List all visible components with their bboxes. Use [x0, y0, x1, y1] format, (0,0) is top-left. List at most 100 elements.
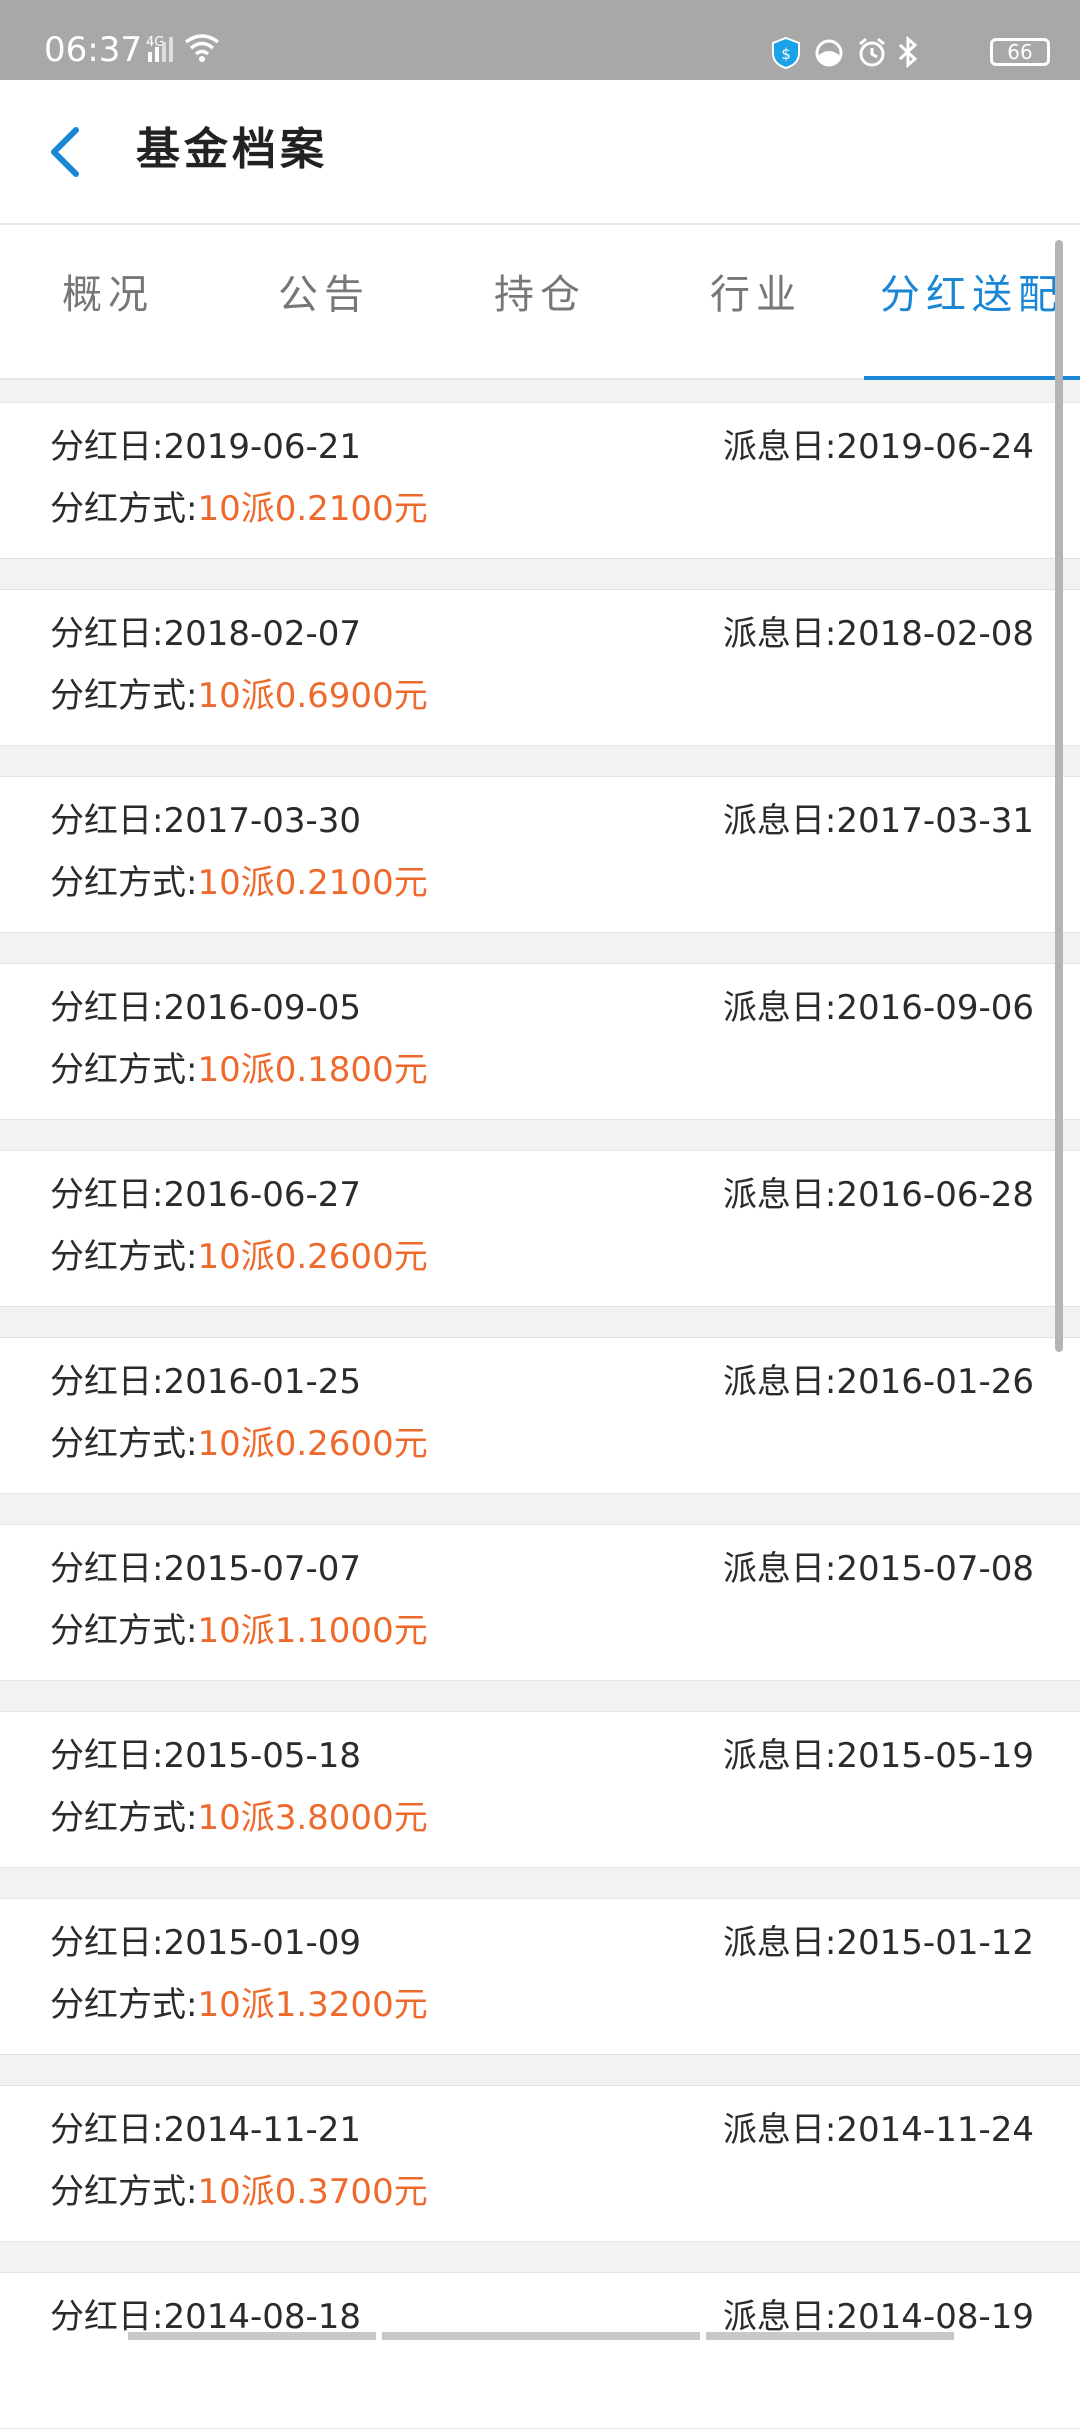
dividend-record[interactable]: 分红日:2014-08-18 派息日:2014-08-19: [0, 2272, 1080, 2429]
dividend-date: 2014-11-21: [163, 2110, 362, 2150]
tab-bar: 概况 公告 持仓 行业 分红送配: [0, 225, 1080, 380]
dividend-amount: 10派0.2100元: [197, 489, 428, 529]
dividend-date-label: 分红日:: [50, 1549, 164, 1589]
bluetooth-icon: [898, 36, 918, 68]
dividend-date: 2016-09-05: [163, 988, 362, 1028]
dividend-date: 2015-05-18: [163, 1736, 362, 1776]
dividend-method-label: 分红方式:: [50, 2172, 198, 2212]
dividend-date-label: 分红日:: [50, 801, 164, 841]
payout-date: 2016-06-28: [836, 1175, 1034, 1215]
bottom-handle: [706, 2332, 954, 2340]
chevron-left-icon[interactable]: [36, 116, 96, 186]
signal-icon: 4G: [146, 34, 220, 62]
dividend-record[interactable]: 分红日:2015-07-07 派息日:2015-07-08 分红方式:10派1.…: [0, 1524, 1080, 1681]
dividend-amount: 10派3.8000元: [197, 1798, 428, 1838]
tab-holdings[interactable]: 持仓: [432, 225, 648, 380]
dividend-date-row: 分红日:2015-05-18: [50, 1734, 361, 1778]
dividend-date: 2014-08-18: [163, 2297, 362, 2337]
dividend-date: 2018-02-07: [163, 614, 362, 654]
payout-date: 2016-01-26: [836, 1362, 1034, 1402]
dividend-record[interactable]: 分红日:2018-02-07 派息日:2018-02-08 分红方式:10派0.…: [0, 589, 1080, 746]
payout-date-label: 派息日:: [722, 2110, 837, 2150]
bottom-handle: [382, 2332, 700, 2340]
dividend-date-label: 分红日:: [50, 1736, 164, 1776]
payout-date-row: 派息日:2017-03-31: [723, 799, 1034, 843]
dividend-date-row: 分红日:2015-01-09: [50, 1921, 361, 1965]
dividend-date-label: 分红日:: [50, 1175, 164, 1215]
dividend-record[interactable]: 分红日:2015-01-09 派息日:2015-01-12 分红方式:10派1.…: [0, 1898, 1080, 2055]
dividend-method-row: 分红方式:10派1.3200元: [50, 1983, 428, 2027]
dividend-date-label: 分红日:: [50, 1362, 164, 1402]
payout-date-label: 派息日:: [722, 1549, 837, 1589]
payout-date: 2019-06-24: [836, 427, 1034, 467]
dividend-method-row: 分红方式:10派0.2100元: [50, 487, 428, 531]
dividend-date-row: 分红日:2016-09-05: [50, 986, 361, 1030]
dividend-record[interactable]: 分红日:2015-05-18 派息日:2015-05-19 分红方式:10派3.…: [0, 1711, 1080, 1868]
dividend-date-label: 分红日:: [50, 2110, 164, 2150]
payout-date-row: 派息日:2018-02-08: [723, 612, 1034, 656]
dividend-method-label: 分红方式:: [50, 489, 198, 529]
dividend-method-label: 分红方式:: [50, 863, 198, 903]
payout-date: 2014-08-19: [836, 2297, 1034, 2337]
status-time: 06:37: [44, 30, 142, 70]
battery-indicator: 66: [990, 38, 1050, 66]
dividend-date-row: 分红日:2014-11-21: [50, 2108, 361, 2152]
dividend-date-row: 分红日:2016-06-27: [50, 1173, 361, 1217]
payout-date-row: 派息日:2014-11-24: [723, 2108, 1034, 2152]
dividend-record[interactable]: 分红日:2014-11-21 派息日:2014-11-24 分红方式:10派0.…: [0, 2085, 1080, 2242]
dividend-record[interactable]: 分红日:2017-03-30 派息日:2017-03-31 分红方式:10派0.…: [0, 776, 1080, 933]
scrollbar[interactable]: [1055, 240, 1063, 1352]
tab-dividends[interactable]: 分红送配: [864, 225, 1080, 380]
dividend-amount: 10派1.3200元: [197, 1985, 428, 2025]
payout-date-row: 派息日:2016-01-26: [723, 1360, 1034, 1404]
dividend-date: 2016-06-27: [163, 1175, 362, 1215]
payout-date: 2017-03-31: [836, 801, 1034, 841]
tab-announcements[interactable]: 公告: [216, 225, 432, 380]
dividend-amount: 10派0.2600元: [197, 1237, 428, 1277]
dividend-date-row: 分红日:2015-07-07: [50, 1547, 361, 1591]
payout-date-label: 派息日:: [722, 1736, 837, 1776]
dividend-method-row: 分红方式:10派0.2100元: [50, 861, 428, 905]
dividend-method-label: 分红方式:: [50, 1798, 198, 1838]
payout-date-label: 派息日:: [722, 2297, 837, 2337]
dividend-record[interactable]: 分红日:2016-01-25 派息日:2016-01-26 分红方式:10派0.…: [0, 1337, 1080, 1494]
dividend-date-label: 分红日:: [50, 988, 164, 1028]
bottom-edge-handles: [0, 2332, 1080, 2340]
tab-overview[interactable]: 概况: [0, 225, 216, 380]
dividend-method-label: 分红方式:: [50, 1985, 198, 2025]
alarm-icon: [859, 37, 885, 67]
dividend-record[interactable]: 分红日:2019-06-21 派息日:2019-06-24 分红方式:10派0.…: [0, 402, 1080, 559]
dividend-date: 2015-01-09: [163, 1923, 362, 1963]
dividend-record[interactable]: 分红日:2016-09-05 派息日:2016-09-06 分红方式:10派0.…: [0, 963, 1080, 1120]
dividend-amount: 10派0.1800元: [197, 1050, 428, 1090]
dividend-date-row: 分红日:2019-06-21: [50, 425, 361, 469]
payout-date: 2018-02-08: [836, 614, 1034, 654]
svg-text:$: $: [781, 45, 791, 63]
payout-date-row: 派息日:2019-06-24: [723, 425, 1034, 469]
payout-date: 2016-09-06: [836, 988, 1034, 1028]
payout-date-label: 派息日:: [722, 1362, 837, 1402]
payout-date-row: 派息日:2015-05-19: [723, 1734, 1034, 1778]
status-bar: 06:37 4G $ 66: [0, 0, 1080, 80]
dividend-method-label: 分红方式:: [50, 1611, 198, 1651]
dividend-amount: 10派1.1000元: [197, 1611, 428, 1651]
payout-date-label: 派息日:: [722, 427, 837, 467]
dividend-date-label: 分红日:: [50, 2297, 164, 2337]
dividend-date: 2016-01-25: [163, 1362, 362, 1402]
dividend-method-label: 分红方式:: [50, 1050, 198, 1090]
tab-industry[interactable]: 行业: [648, 225, 864, 380]
payout-date-label: 派息日:: [722, 1923, 837, 1963]
payout-date-label: 派息日:: [722, 1175, 837, 1215]
dividend-method-label: 分红方式:: [50, 676, 198, 716]
payout-date-row: 派息日:2016-06-28: [723, 1173, 1034, 1217]
payout-date: 2015-07-08: [836, 1549, 1034, 1589]
dividend-date-row: 分红日:2016-01-25: [50, 1360, 361, 1404]
dividend-method-row: 分红方式:10派0.2600元: [50, 1422, 428, 1466]
payout-date: 2014-11-24: [836, 2110, 1034, 2150]
toggle-icon: [815, 39, 843, 67]
dividend-record[interactable]: 分红日:2016-06-27 派息日:2016-06-28 分红方式:10派0.…: [0, 1150, 1080, 1307]
dividend-amount: 10派0.6900元: [197, 676, 428, 716]
app-header: 基金档案: [0, 80, 1080, 225]
payout-date: 2015-05-19: [836, 1736, 1034, 1776]
payout-date-label: 派息日:: [722, 801, 837, 841]
